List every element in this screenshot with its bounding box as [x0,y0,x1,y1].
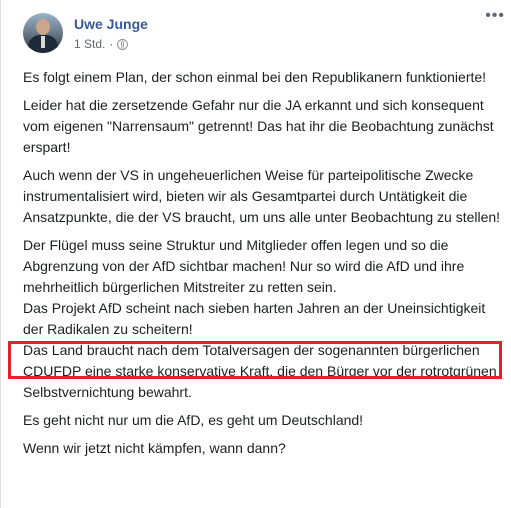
post-paragraph: Wenn wir jetzt nicht kämpfen, wann dann? [23,440,286,456]
meta-separator: · [109,37,114,51]
post-meta: Uwe Junge 1 Std. · [74,15,148,52]
avatar-head [36,19,50,35]
post-paragraph: Der Flügel muss seine Struktur und Mitgl… [23,237,465,295]
globe-icon[interactable] [117,38,129,50]
post-content: Es folgt einem Plan, der schon einmal be… [23,67,507,466]
highlighted-paragraph: Das Projekt AfD scheint nach sieben hart… [23,300,486,337]
facebook-post: Uwe Junge 1 Std. · ••• Es folgt einem Pl… [0,0,511,508]
author-avatar[interactable] [23,13,63,53]
more-options-button[interactable]: ••• [485,8,505,24]
post-paragraph: Das Land braucht nach dem Totalversagen … [23,342,497,400]
post-paragraph: Es geht nicht nur um die AfD, es geht um… [23,412,364,428]
post-subline: 1 Std. · [74,36,148,52]
avatar-tie [41,36,45,48]
post-timestamp[interactable]: 1 Std. [74,36,105,52]
post-header: Uwe Junge 1 Std. · [23,13,148,57]
post-paragraph: Es folgt einem Plan, der schon einmal be… [23,69,487,85]
post-paragraph: Auch wenn der VS in ungeheuerlichen Weis… [23,167,501,225]
author-name[interactable]: Uwe Junge [74,15,148,33]
post-paragraph: Leider hat die zersetzende Gefahr nur di… [23,97,494,155]
